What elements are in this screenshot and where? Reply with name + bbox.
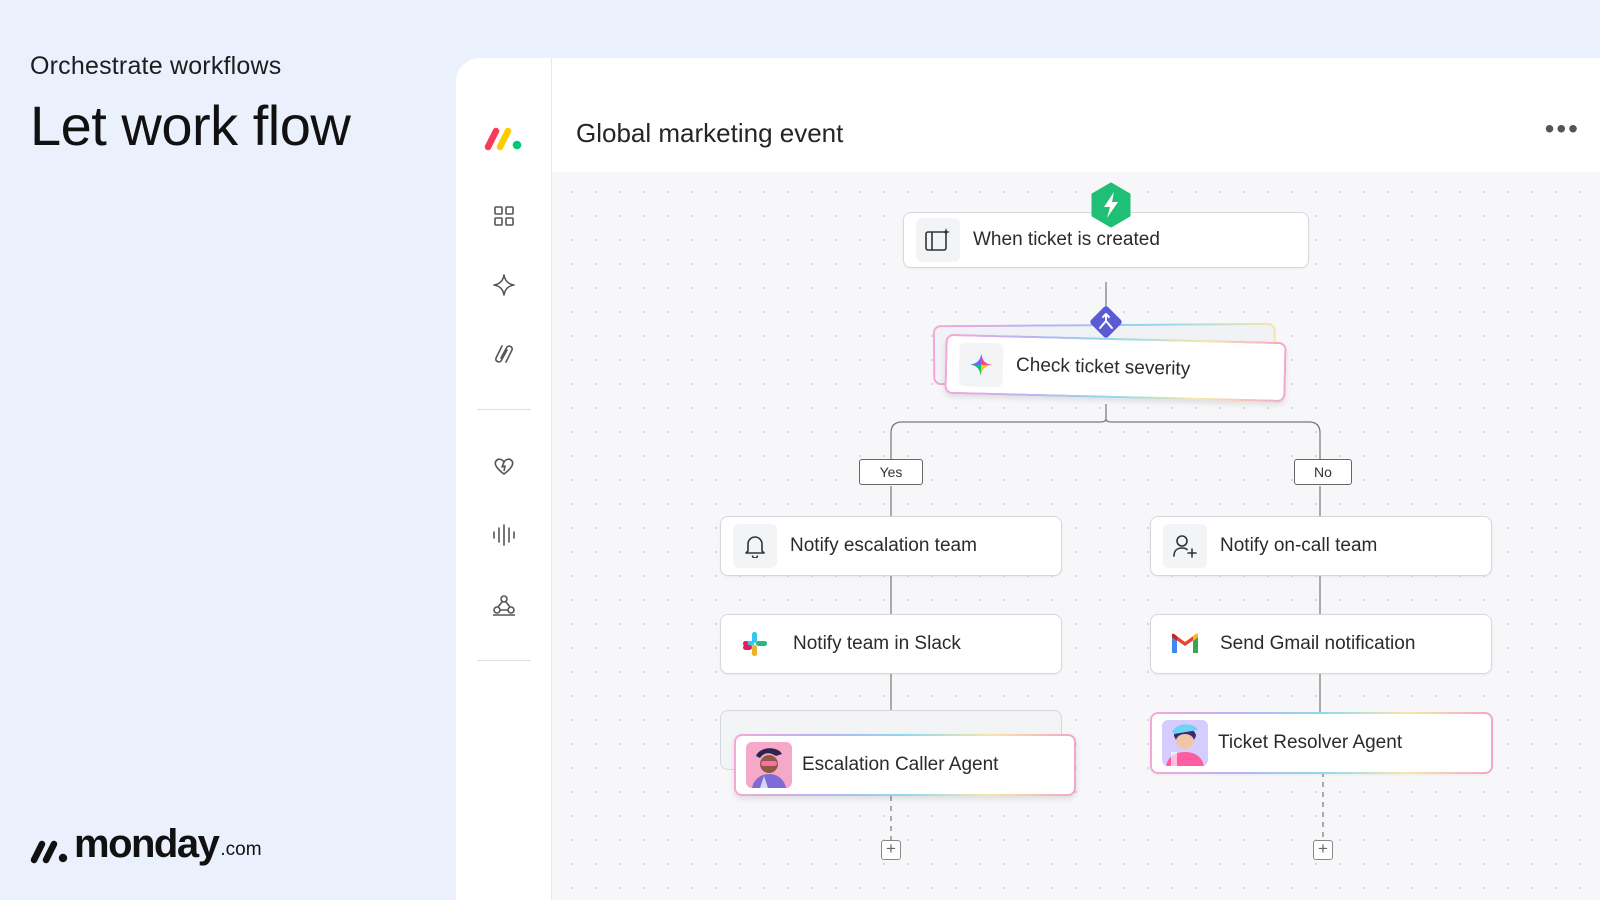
step-label: Send Gmail notification xyxy=(1220,633,1416,654)
step-send-gmail-notification[interactable]: Send Gmail notification xyxy=(1150,614,1492,674)
lightning-icon xyxy=(1091,182,1131,228)
network-icon[interactable] xyxy=(482,583,526,627)
more-options-icon[interactable]: ••• xyxy=(1545,115,1580,143)
sidebar-divider xyxy=(477,409,531,410)
main-area: Global marketing event ••• When ticket i… xyxy=(552,58,1600,900)
step-escalation-caller-agent[interactable]: Escalation Caller Agent xyxy=(734,734,1076,796)
step-notify-team-slack[interactable]: Notify team in Slack xyxy=(720,614,1062,674)
hero-copy: Orchestrate workflows Let work flow xyxy=(30,52,351,158)
heart-icon[interactable] xyxy=(482,444,526,488)
branch-icon xyxy=(1090,306,1122,338)
grid-icon[interactable] xyxy=(482,194,526,238)
branch-tag-yes: Yes xyxy=(859,459,923,485)
user-plus-icon xyxy=(1163,524,1207,568)
step-notify-escalation-team[interactable]: Notify escalation team xyxy=(720,516,1062,576)
brand-tld: .com xyxy=(220,839,262,860)
gmail-icon xyxy=(1163,622,1207,666)
step-label: Notify escalation team xyxy=(790,535,977,556)
app-window: Global marketing event ••• When ticket i… xyxy=(456,58,1600,900)
sidebar-rail xyxy=(456,58,552,900)
add-step-button-no[interactable]: + xyxy=(1313,840,1333,860)
step-notify-on-call-team[interactable]: Notify on-call team xyxy=(1150,516,1492,576)
board-sparkle-icon xyxy=(916,218,960,262)
step-label: Ticket Resolver Agent xyxy=(1218,732,1403,753)
add-step-button-yes[interactable]: + xyxy=(881,840,901,860)
step-label: Escalation Caller Agent xyxy=(802,754,999,775)
brand-logo: monday .com xyxy=(30,824,262,864)
condition-node[interactable]: Check ticket severity xyxy=(944,333,1287,403)
bell-icon xyxy=(733,524,777,568)
hero-headline: Let work flow xyxy=(30,94,351,157)
agent-avatar xyxy=(1162,720,1208,766)
slack-icon xyxy=(733,622,777,666)
step-ticket-resolver-agent[interactable]: Ticket Resolver Agent xyxy=(1150,712,1493,774)
monday-mark-icon xyxy=(30,840,68,864)
hero-eyebrow: Orchestrate workflows xyxy=(30,52,282,80)
sidebar-divider xyxy=(477,660,531,661)
plus-icon: + xyxy=(1318,839,1328,858)
agent-avatar xyxy=(746,742,792,788)
condition-label: Check ticket severity xyxy=(1015,354,1191,380)
ai-sparkle-icon xyxy=(958,342,1004,388)
brand-wordmark: monday xyxy=(74,822,220,866)
sparkle-icon[interactable] xyxy=(482,263,526,307)
trigger-label: When ticket is created xyxy=(973,229,1160,250)
workflow-canvas[interactable]: When ticket is created Check ticket seve… xyxy=(552,172,1600,900)
board-title: Global marketing event xyxy=(576,118,844,148)
board-header: Global marketing event ••• xyxy=(552,58,1600,172)
audio-wave-icon[interactable] xyxy=(482,513,526,557)
integration-icon[interactable] xyxy=(482,332,526,376)
step-label: Notify on-call team xyxy=(1220,535,1378,556)
plus-icon: + xyxy=(886,839,896,858)
monday-logo-icon[interactable] xyxy=(482,116,526,160)
branch-tag-no: No xyxy=(1294,459,1352,485)
step-label: Notify team in Slack xyxy=(793,633,961,654)
